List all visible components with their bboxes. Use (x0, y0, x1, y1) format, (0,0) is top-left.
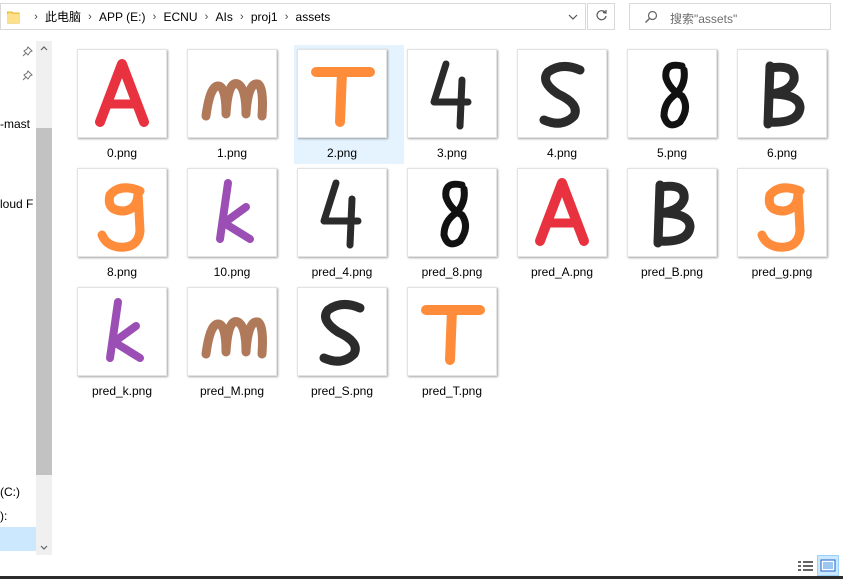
file-name: 0.png (106, 146, 138, 160)
file-item[interactable]: 3.png (404, 45, 514, 164)
file-name: pred_A.png (530, 265, 594, 279)
file-thumbnail (297, 287, 387, 376)
file-name: 3.png (436, 146, 468, 160)
file-thumbnail (517, 49, 607, 138)
chevron-down-icon[interactable] (561, 4, 585, 29)
address-bar[interactable]: › 此电脑 › APP (E:) › ECNU › AIs › proj1 › … (0, 3, 586, 30)
file-thumbnail (737, 168, 827, 257)
file-item[interactable]: pred_S.png (294, 283, 404, 402)
file-name: 5.png (656, 146, 688, 160)
scroll-down-icon[interactable] (36, 539, 52, 555)
file-item[interactable]: pred_g.png (734, 164, 843, 283)
file-name: 4.png (546, 146, 578, 160)
file-thumbnail (187, 168, 277, 257)
file-item[interactable]: pred_B.png (624, 164, 734, 283)
search-input[interactable]: 搜索"assets" (629, 3, 831, 30)
breadcrumb: › 此电脑 › APP (E:) › ECNU › AIs › proj1 › … (27, 4, 330, 29)
file-item[interactable]: pred_k.png (74, 283, 184, 402)
nav-item-selected[interactable] (0, 527, 36, 551)
file-item[interactable]: 0.png (74, 45, 184, 164)
chevron-right-icon[interactable]: › (145, 11, 163, 23)
chevron-right-icon[interactable]: › (278, 11, 296, 23)
file-item[interactable]: 5.png (624, 45, 734, 164)
file-item[interactable]: 1.png (184, 45, 294, 164)
file-name: pred_8.png (421, 265, 483, 279)
file-name: 10.png (213, 265, 251, 279)
file-item[interactable]: 6.png (734, 45, 843, 164)
chevron-right-icon[interactable]: › (233, 11, 251, 23)
file-item[interactable]: 10.png (184, 164, 294, 283)
file-name: pred_k.png (91, 384, 153, 398)
details-view-icon[interactable] (797, 559, 814, 574)
file-name: pred_S.png (310, 384, 374, 398)
file-item[interactable]: pred_M.png (184, 283, 294, 402)
breadcrumb-this-pc[interactable]: 此电脑 (45, 8, 81, 25)
file-name: pred_4.png (311, 265, 373, 279)
search-icon (644, 10, 658, 24)
file-thumbnail (627, 168, 717, 257)
breadcrumb-ais[interactable]: AIs (216, 10, 233, 24)
file-name: pred_T.png (421, 384, 483, 398)
folder-icon (6, 10, 20, 24)
file-thumbnail (187, 49, 277, 138)
nav-item-drive[interactable]: ): (0, 509, 7, 523)
navigation-bar: › 此电脑 › APP (E:) › ECNU › AIs › proj1 › … (0, 0, 843, 35)
chevron-right-icon[interactable]: › (81, 11, 99, 23)
file-name: 2.png (326, 146, 358, 160)
chevron-right-icon[interactable]: › (27, 11, 45, 23)
file-thumbnail (297, 49, 387, 138)
search-placeholder: 搜索"assets" (670, 12, 738, 26)
file-item[interactable]: 2.png (294, 45, 404, 164)
file-item[interactable]: pred_4.png (294, 164, 404, 283)
pin-icon[interactable] (21, 46, 33, 58)
file-name: 1.png (216, 146, 248, 160)
file-grid: 0.png 1.png 2.png 3.png 4.png 5.png 6.png 8.png… (74, 45, 843, 405)
navigation-pane: -mast loud F (C:) ): (0, 35, 52, 555)
chevron-right-icon[interactable]: › (198, 11, 216, 23)
nav-item-cloud[interactable]: loud F (0, 197, 33, 211)
file-name: pred_B.png (640, 265, 704, 279)
file-thumbnail (517, 168, 607, 257)
breadcrumb-assets[interactable]: assets (296, 10, 331, 24)
file-item[interactable]: 8.png (74, 164, 184, 283)
file-item[interactable]: pred_8.png (404, 164, 514, 283)
file-thumbnail (407, 287, 497, 376)
refresh-icon (595, 9, 608, 25)
file-thumbnail (297, 168, 387, 257)
file-name: pred_M.png (199, 384, 265, 398)
breadcrumb-app-drive[interactable]: APP (E:) (99, 10, 145, 24)
file-thumbnail (77, 287, 167, 376)
file-thumbnail (77, 168, 167, 257)
file-thumbnail (407, 168, 497, 257)
file-item[interactable]: pred_A.png (514, 164, 624, 283)
file-name: pred_g.png (751, 265, 813, 279)
breadcrumb-ecnu[interactable]: ECNU (163, 10, 197, 24)
file-item[interactable]: 4.png (514, 45, 624, 164)
nav-item-pinned-folder[interactable]: -mast (0, 117, 30, 131)
large-icons-view-icon[interactable] (817, 555, 839, 576)
file-thumbnail (737, 49, 827, 138)
file-thumbnail (187, 287, 277, 376)
file-name: 8.png (106, 265, 138, 279)
scroll-up-icon[interactable] (36, 41, 52, 55)
file-thumbnail (77, 49, 167, 138)
nav-item-drive-c[interactable]: (C:) (0, 485, 20, 499)
file-name: 6.png (766, 146, 798, 160)
file-thumbnail (627, 49, 717, 138)
breadcrumb-proj1[interactable]: proj1 (251, 10, 278, 24)
file-item[interactable]: pred_T.png (404, 283, 514, 402)
nav-scrollbar-thumb[interactable] (36, 128, 52, 475)
refresh-button[interactable] (587, 3, 615, 30)
pin-icon[interactable] (21, 70, 33, 82)
file-thumbnail (407, 49, 497, 138)
